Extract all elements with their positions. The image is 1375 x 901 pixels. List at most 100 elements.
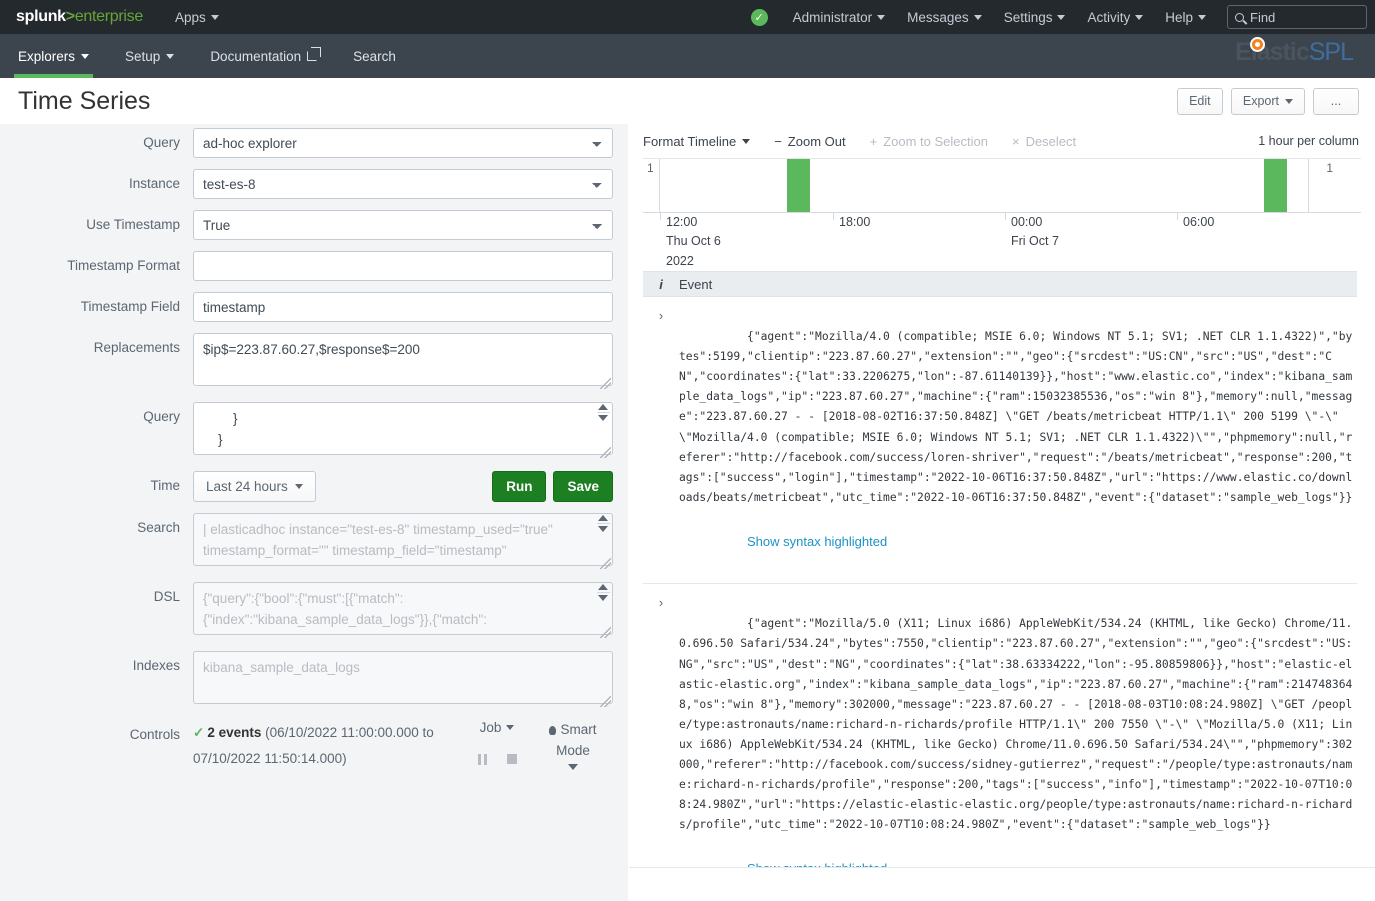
pause-icon[interactable]: [477, 754, 487, 765]
query-form-panel: Query ad-hoc explorer Instance test-es-8…: [0, 124, 628, 901]
expand-row-icon[interactable]: ›: [643, 307, 679, 573]
nav-item-explorers[interactable]: Explorers: [0, 34, 107, 78]
search-mode-label: Smart Mode: [556, 722, 597, 758]
logo-text-arrow: >: [65, 8, 75, 25]
top-bar-right: ✓ Administrator Messages Settings Activi…: [750, 0, 1367, 34]
axis-tick: 12:00 Thu Oct 6 2022: [660, 211, 721, 271]
search-mode-selector[interactable]: Smart Mode: [533, 720, 613, 770]
job-controls: Job: [461, 720, 533, 765]
messages-menu-label: Messages: [907, 9, 969, 25]
label-query-select: Query: [143, 135, 180, 150]
replacements-textarea[interactable]: $ip$=223.87.60.27,$response$=200: [193, 333, 613, 386]
find-input-placeholder: Find: [1250, 9, 1276, 25]
timeline-axis: 12:00 Thu Oct 6 2022 18:00 00:00 Fri Oct…: [643, 211, 1361, 271]
apps-menu[interactable]: Apps: [175, 10, 219, 25]
axis-tick-time: 00:00: [1011, 215, 1043, 229]
axis-tick: 06:00: [1177, 211, 1215, 232]
apps-menu-label: Apps: [174, 9, 206, 25]
settings-menu-label: Settings: [1003, 9, 1053, 25]
help-menu[interactable]: Help: [1154, 10, 1217, 25]
search-textarea[interactable]: [193, 513, 613, 566]
deselect-button: × Deselect: [1012, 134, 1076, 149]
timestamp-format-input[interactable]: [193, 251, 613, 281]
axis-tick: 18:00: [833, 211, 870, 232]
find-input[interactable]: Find: [1227, 5, 1367, 29]
label-query-body: Query: [143, 409, 180, 424]
timeline-y-left: 1: [647, 161, 654, 175]
label-dsl: DSL: [153, 589, 180, 604]
use-timestamp-select[interactable]: True: [193, 210, 613, 240]
app-nav-bar: Explorers Setup Documentation Search Ela…: [0, 34, 1375, 78]
help-menu-label: Help: [1165, 9, 1193, 25]
form-row-replacements: Replacements $ip$=223.87.60.27,$response…: [0, 333, 628, 391]
administrator-menu[interactable]: Administrator: [782, 10, 897, 25]
dsl-textarea[interactable]: [193, 582, 613, 635]
form-row-timestamp-field: Timestamp Field: [0, 292, 628, 322]
splunk-logo[interactable]: splunk>enterprise: [16, 8, 143, 26]
brand-text-spl: SPL: [1308, 38, 1354, 66]
chevron-down-icon: [877, 14, 886, 20]
zoom-out-button[interactable]: − Zoom Out: [774, 134, 845, 149]
chevron-down-icon: [210, 14, 219, 20]
logo-text-enterprise: enterprise: [74, 8, 143, 25]
stop-icon[interactable]: [506, 754, 517, 764]
chevron-down-icon: [81, 53, 90, 59]
more-options-button[interactable]: ...: [1313, 87, 1359, 115]
label-search: Search: [137, 520, 180, 535]
timeline-bar[interactable]: [787, 159, 811, 212]
events-header-info: i: [659, 276, 663, 292]
timeline-chart[interactable]: 1 1: [643, 158, 1361, 213]
events-table-header: i Event: [643, 271, 1357, 297]
table-row: › {"agent":"Mozilla/5.0 (X11; Linux i686…: [643, 584, 1357, 901]
form-row-query-body: Query } } }: [0, 402, 628, 460]
nav-item-search[interactable]: Search: [335, 34, 414, 78]
chevron-down-icon: [1285, 98, 1293, 104]
timeline-scale-label: 1 hour per column: [1258, 134, 1359, 148]
instance-select[interactable]: test-es-8: [193, 169, 613, 199]
label-timestamp-format: Timestamp Format: [67, 258, 180, 273]
chevron-down-icon: [1135, 14, 1144, 20]
edit-button-label: Edit: [1189, 94, 1211, 108]
export-button[interactable]: Export: [1230, 87, 1305, 115]
results-panel-footer: [629, 867, 1375, 901]
nav-item-documentation[interactable]: Documentation: [192, 34, 335, 78]
query-body-textarea[interactable]: } } }: [193, 402, 613, 455]
form-row-timestamp-format: Timestamp Format: [0, 251, 628, 281]
timeline-plot-area[interactable]: [659, 159, 1309, 212]
job-menu[interactable]: Job: [461, 720, 533, 735]
axis-tick-time: 06:00: [1183, 215, 1215, 229]
time-range-picker[interactable]: Last 24 hours: [193, 471, 316, 502]
timeline-bar[interactable]: [1263, 159, 1288, 212]
expand-row-icon[interactable]: ›: [643, 594, 679, 900]
show-syntax-highlighted-link[interactable]: Show syntax highlighted: [747, 530, 887, 553]
axis-tick: 00:00 Fri Oct 7: [1005, 212, 1059, 252]
lightbulb-icon: [549, 726, 557, 735]
timestamp-field-input[interactable]: [193, 292, 613, 322]
external-link-icon: [307, 47, 322, 61]
form-row-indexes: Indexes: [0, 651, 628, 709]
activity-menu[interactable]: Activity: [1076, 10, 1154, 25]
settings-menu[interactable]: Settings: [993, 10, 1077, 25]
zoom-to-selection-label: Zoom to Selection: [883, 133, 988, 149]
minus-icon: −: [774, 133, 782, 149]
chevron-down-icon: [166, 53, 175, 59]
edit-button[interactable]: Edit: [1176, 87, 1223, 115]
page-title: Time Series: [18, 86, 151, 115]
label-indexes: Indexes: [132, 658, 180, 673]
nav-item-search-label: Search: [353, 48, 396, 64]
top-bar: splunk>enterprise Apps ✓ Administrator M…: [0, 0, 1375, 34]
form-row-dsl: DSL: [0, 582, 628, 640]
format-timeline-menu[interactable]: Format Timeline: [643, 134, 751, 149]
run-button[interactable]: Run: [492, 471, 547, 502]
timeline-y-right: 1: [1326, 161, 1333, 175]
chevron-down-icon: [1198, 14, 1206, 20]
more-options-label: ...: [1330, 94, 1342, 108]
query-select[interactable]: ad-hoc explorer: [193, 128, 613, 158]
nav-item-setup[interactable]: Setup: [107, 34, 192, 78]
event-count: 2 events: [207, 725, 262, 740]
indexes-textarea[interactable]: [193, 651, 613, 704]
form-row-controls: Controls ✓ 2 events (06/10/2022 11:00:00.…: [0, 720, 628, 773]
save-button[interactable]: Save: [553, 471, 613, 502]
time-range-picker-label: Last 24 hours: [206, 479, 288, 494]
messages-menu[interactable]: Messages: [896, 10, 993, 25]
